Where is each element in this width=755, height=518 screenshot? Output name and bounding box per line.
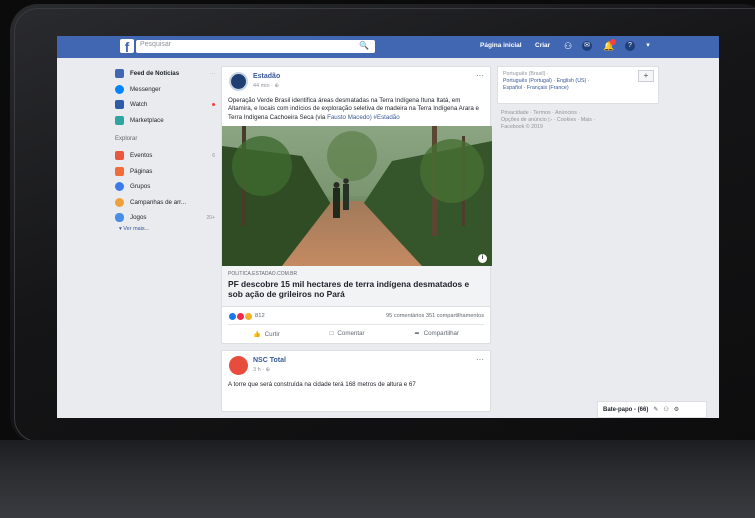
search-input[interactable]: Pesquisar 🔍 <box>136 40 375 53</box>
reaction-count: 812 <box>255 313 265 320</box>
link-preview[interactable]: POLITICA.ESTADAO.COM.BR PF descobre 15 m… <box>222 265 490 307</box>
language-options[interactable]: Español · Français (France) <box>503 85 653 92</box>
create-link[interactable]: Criar <box>535 42 550 49</box>
events-icon <box>115 151 124 161</box>
post-stats: 812 95 comentários 351 compartilhamentos <box>228 307 484 325</box>
footer-line[interactable]: Privacidade · Termos · Anúncios · <box>501 110 659 117</box>
more-options-icon[interactable]: ··· <box>210 71 215 77</box>
feed-post: NSC Total 3 h · ⊕ ··· A torre que será c… <box>221 349 491 412</box>
estadao-avatar[interactable] <box>229 72 248 91</box>
language-selector: Português (Brasil) · Português (Portugal… <box>497 66 659 104</box>
post-text: Operação Verde Brasil identifica áreas d… <box>222 97 490 126</box>
sidebar-item-label: Páginas <box>130 167 153 175</box>
post-text-link[interactable]: Fausto Macedo) #Estadão <box>327 114 400 121</box>
like-button[interactable]: 👍 Curtir <box>253 330 280 338</box>
nsc-total-avatar[interactable] <box>229 355 248 375</box>
footer-links: Privacidade · Termos · Anúncios · Opções… <box>497 110 659 132</box>
sidebar-item-messenger[interactable]: Messenger <box>115 82 215 98</box>
top-bar: f Pesquisar 🔍 Página inicial Criar ⚇ ✉ 🔔… <box>57 36 719 58</box>
news-feed-icon <box>115 69 124 79</box>
right-column: Português (Brasil) · Português (Portugal… <box>497 66 659 132</box>
post-actions: 👍 Curtir □ Comentar ➦ Compartilhar <box>228 325 484 343</box>
sidebar-item-label: Eventos <box>130 152 153 160</box>
games-icon <box>115 213 124 223</box>
see-more-link[interactable]: ▾ Ver mais... <box>115 226 215 232</box>
comment-button[interactable]: □ Comentar <box>330 330 365 337</box>
search-placeholder: Pesquisar <box>140 41 172 48</box>
post-author[interactable]: NSC Total <box>253 357 286 364</box>
sidebar-item-news-feed[interactable]: Feed de Notícias ··· <box>115 66 215 82</box>
facebook-logo-icon[interactable]: f <box>120 39 134 55</box>
sidebar-item-label: Campanhas de arr... <box>130 198 187 206</box>
sidebar-item-label: Grupos <box>130 183 151 191</box>
sidebar-item-fundraisers[interactable]: Campanhas de arr... <box>115 195 215 211</box>
info-icon[interactable]: i <box>478 253 487 263</box>
messenger-icon[interactable]: ✉ <box>582 41 592 51</box>
sidebar-item-marketplace[interactable]: Marketplace <box>115 113 215 129</box>
comment-label: Comentar <box>337 330 365 338</box>
sidebar-item-pages[interactable]: Páginas <box>115 164 215 180</box>
reactions-summary[interactable]: 812 <box>228 311 265 321</box>
sidebar-item-label: Marketplace <box>130 116 164 124</box>
like-label: Curtir <box>264 330 280 338</box>
sidebar-item-groups[interactable]: Grupos <box>115 179 215 195</box>
events-count: 6 <box>212 152 215 159</box>
new-message-icon[interactable]: ✎ <box>653 406 658 413</box>
sidebar-item-label: Jogos <box>130 214 147 222</box>
post-header: NSC Total 3 h · ⊕ ··· <box>222 351 490 381</box>
add-language-button[interactable]: + <box>638 70 654 82</box>
home-link[interactable]: Página inicial <box>480 42 522 49</box>
sidebar-item-label: Messenger <box>130 85 161 93</box>
comment-icon: □ <box>329 330 334 338</box>
post-options-icon[interactable]: ··· <box>476 355 484 364</box>
current-language: Português (Brasil) · <box>503 71 549 77</box>
help-icon[interactable]: ? <box>625 41 635 51</box>
copyright: Facebook © 2019 <box>501 124 543 131</box>
sidebar-item-label: Watch <box>130 101 148 109</box>
forest-road-photo <box>222 125 492 266</box>
share-button[interactable]: ➦ Compartilhar <box>414 330 459 337</box>
sidebar-item-events[interactable]: Eventos 6 <box>115 148 215 164</box>
watch-icon <box>115 100 124 110</box>
comments-shares-count[interactable]: 95 comentários 351 compartilhamentos <box>386 313 484 319</box>
messenger-icon <box>115 84 124 94</box>
post-image[interactable]: i <box>222 125 492 266</box>
watch-new-dot <box>212 103 215 107</box>
left-nav: Feed de Notícias ··· Messenger Watch Mar… <box>115 66 215 232</box>
post-time[interactable]: 3 h · ⊕ <box>253 367 270 373</box>
post-header: Estadão 44 min · ⊕ ··· <box>222 67 490 97</box>
search-icon[interactable]: 🔍 <box>359 41 369 50</box>
marketplace-icon <box>115 115 124 125</box>
post-author[interactable]: Estadão <box>253 73 280 80</box>
like-icon: 👍 <box>252 330 261 338</box>
groups-icon <box>115 182 124 192</box>
post-text: A torre que será construída na cidade te… <box>228 380 416 388</box>
sidebar-item-games[interactable]: Jogos 20+ <box>115 210 215 226</box>
sidebar-item-watch[interactable]: Watch <box>115 97 215 113</box>
wow-reaction-icon <box>244 311 253 321</box>
news-feed: Estadão 44 min · ⊕ ··· Operação Verde Br… <box>221 66 492 418</box>
post-time[interactable]: 44 min · ⊕ <box>253 83 279 89</box>
sidebar-item-label: Feed de Notícias <box>130 70 180 78</box>
link-title[interactable]: PF descobre 15 mil hectares de terra ind… <box>228 279 484 300</box>
account-menu-icon[interactable]: ▾ <box>643 41 653 51</box>
share-label: Compartilhar <box>423 330 460 338</box>
notification-badge <box>610 39 616 45</box>
contacts-icon[interactable]: ⚇ <box>663 406 668 413</box>
friend-requests-icon[interactable]: ⚇ <box>563 41 573 51</box>
laptop-base <box>0 440 755 518</box>
chat-label: Bate-papo - (66) <box>603 406 649 413</box>
chat-bar[interactable]: Bate-papo - (66) ✎ ⚇ ⚙ <box>597 401 707 418</box>
games-count: 20+ <box>206 214 215 221</box>
language-options[interactable]: Português (Portugal) · English (US) · <box>503 78 653 85</box>
post-options-icon[interactable]: ··· <box>476 71 484 80</box>
fundraisers-icon <box>115 197 124 207</box>
pages-icon <box>115 166 124 176</box>
share-icon: ➦ <box>414 330 420 338</box>
facebook-screen: f Pesquisar 🔍 Página inicial Criar ⚇ ✉ 🔔… <box>57 36 719 418</box>
chat-settings-icon[interactable]: ⚙ <box>674 406 679 413</box>
feed-post: Estadão 44 min · ⊕ ··· Operação Verde Br… <box>221 66 492 344</box>
link-domain: POLITICA.ESTADAO.COM.BR <box>228 270 298 277</box>
explore-heading: Explorar <box>115 136 138 142</box>
